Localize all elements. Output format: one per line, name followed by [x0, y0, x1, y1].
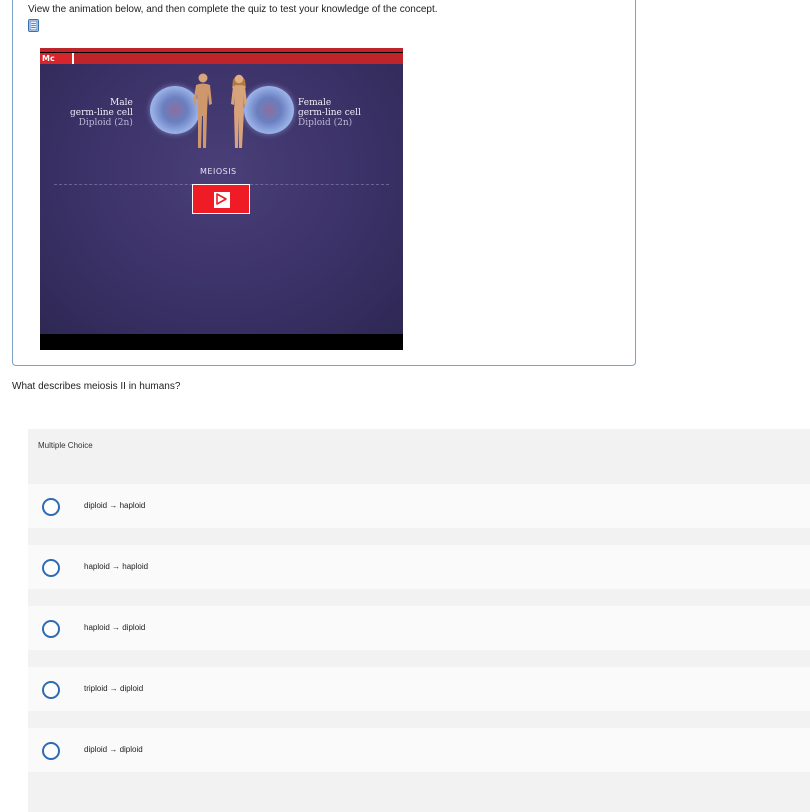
female-label-line2: germ-line cell — [298, 108, 361, 118]
radio-button[interactable] — [42, 559, 60, 577]
male-cell-label: Male germ-line cell Diploid (2n) — [70, 98, 133, 128]
male-label-line1: Male — [110, 98, 133, 108]
option-label: haploid → haploid — [84, 562, 149, 571]
female-figure-image — [231, 74, 247, 148]
transcript-icon[interactable] — [28, 19, 39, 32]
multiple-choice-panel: Multiple Choice diploid → haploid haploi… — [28, 429, 810, 812]
play-button[interactable] — [192, 184, 250, 214]
radio-button[interactable] — [42, 620, 60, 638]
top-bar-line — [40, 52, 403, 53]
option-label: haploid → diploid — [84, 623, 146, 632]
female-cell-label: Female germ-line cell Diploid (2n) — [298, 98, 361, 128]
video-player[interactable]: Mc Male germ-line cell Diploid (2n) Fema… — [40, 48, 403, 350]
answer-option[interactable]: diploid → diploid — [28, 728, 810, 772]
answer-option[interactable]: triploid → diploid — [28, 667, 810, 711]
play-icon — [213, 191, 231, 209]
question-text: What describes meiosis II in humans? — [12, 381, 181, 392]
multiple-choice-header: Multiple Choice — [38, 441, 93, 450]
female-label-line3: Diploid (2n) — [298, 118, 353, 128]
answer-option[interactable]: diploid → haploid — [28, 484, 810, 528]
female-label-line1: Female — [298, 98, 332, 108]
answer-option[interactable]: haploid → diploid — [28, 606, 810, 650]
radio-button[interactable] — [42, 681, 60, 699]
option-label: triploid → diploid — [84, 684, 144, 693]
video-frame: Male germ-line cell Diploid (2n) Female … — [40, 64, 403, 334]
video-top-bar: Mc — [40, 48, 403, 64]
mc-logo: Mc — [40, 53, 74, 64]
instruction-text: View the animation below, and then compl… — [28, 4, 438, 15]
radio-button[interactable] — [42, 742, 60, 760]
answer-option[interactable]: haploid → haploid — [28, 545, 810, 589]
option-label: diploid → diploid — [84, 745, 143, 754]
male-label-line3: Diploid (2n) — [78, 118, 133, 128]
male-label-line2: germ-line cell — [70, 108, 133, 118]
radio-button[interactable] — [42, 498, 60, 516]
meiosis-title: MEIOSIS — [200, 167, 237, 176]
male-figure-image — [193, 73, 212, 148]
option-label: diploid → haploid — [84, 501, 146, 510]
